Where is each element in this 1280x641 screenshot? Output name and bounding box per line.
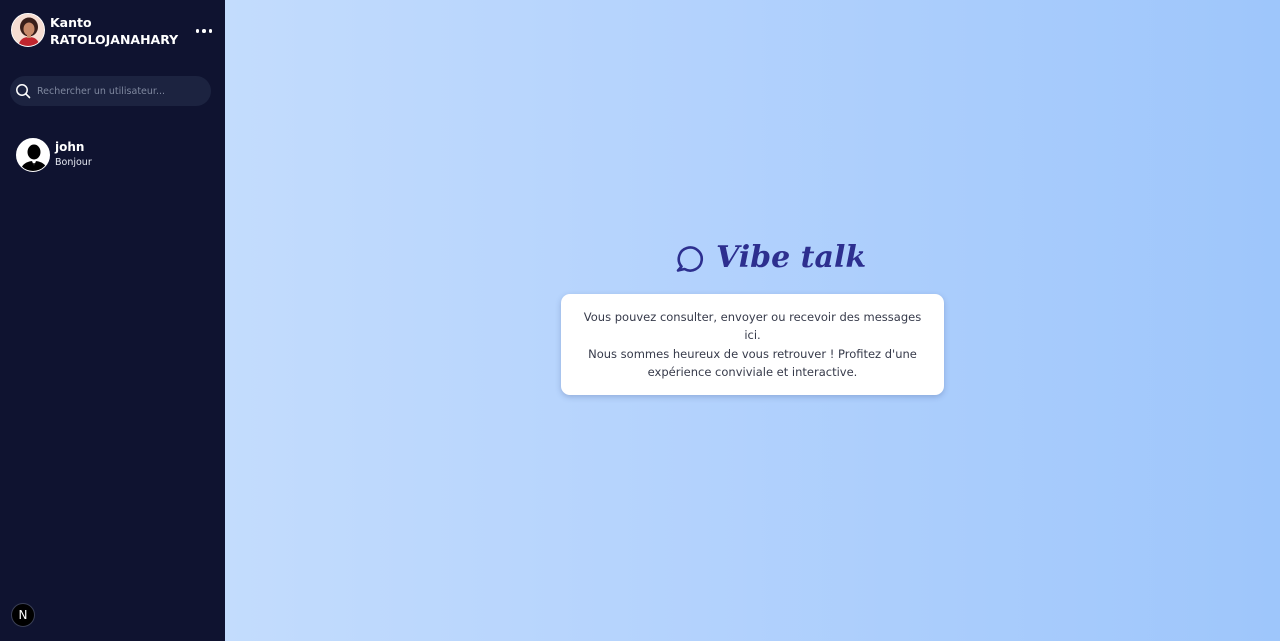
main-panel: Vibe talk Vous pouvez consulter, envoyer… bbox=[225, 0, 1280, 641]
welcome-line-3: expérience conviviale et interactive. bbox=[647, 365, 858, 379]
welcome-line-1: Vous pouvez consulter, envoyer ou recevo… bbox=[583, 309, 922, 343]
conversation-item[interactable]: john Bonjour bbox=[16, 137, 211, 173]
current-user-name: Kanto RATOLOJANAHARY bbox=[50, 14, 178, 48]
default-user-icon bbox=[17, 139, 49, 171]
current-user-profile[interactable]: Kanto RATOLOJANAHARY bbox=[11, 13, 178, 48]
current-user-last-name: RATOLOJANAHARY bbox=[50, 32, 179, 47]
contact-last-message: Bonjour bbox=[55, 157, 92, 168]
welcome-card: Vous pouvez consulter, envoyer ou recevo… bbox=[561, 294, 944, 395]
search-input[interactable] bbox=[37, 85, 207, 97]
contact-name: john bbox=[55, 140, 85, 154]
more-options-button[interactable] bbox=[194, 22, 214, 40]
brand: Vibe talk bbox=[674, 240, 866, 275]
chat-bubble-icon bbox=[674, 242, 706, 274]
welcome-line-2: Nous sommes heureux de vous retrouver ! … bbox=[588, 346, 917, 361]
contact-avatar bbox=[16, 138, 50, 172]
user-search bbox=[10, 76, 211, 106]
more-horizontal-icon bbox=[195, 29, 200, 33]
welcome-message: Vous pouvez consulter, envoyer ou recevo… bbox=[579, 308, 926, 382]
search-icon bbox=[15, 83, 31, 99]
current-user-first-name: Kanto bbox=[50, 15, 92, 30]
framework-badge[interactable]: N bbox=[11, 603, 35, 627]
sidebar: Kanto RATOLOJANAHARY john Bonj bbox=[0, 0, 225, 641]
app-title: Vibe talk bbox=[716, 240, 867, 275]
user-avatar-image bbox=[12, 14, 44, 46]
more-horizontal-icon-dot bbox=[208, 29, 213, 33]
more-horizontal-icon-dot bbox=[202, 29, 206, 33]
user-avatar[interactable] bbox=[11, 13, 45, 47]
